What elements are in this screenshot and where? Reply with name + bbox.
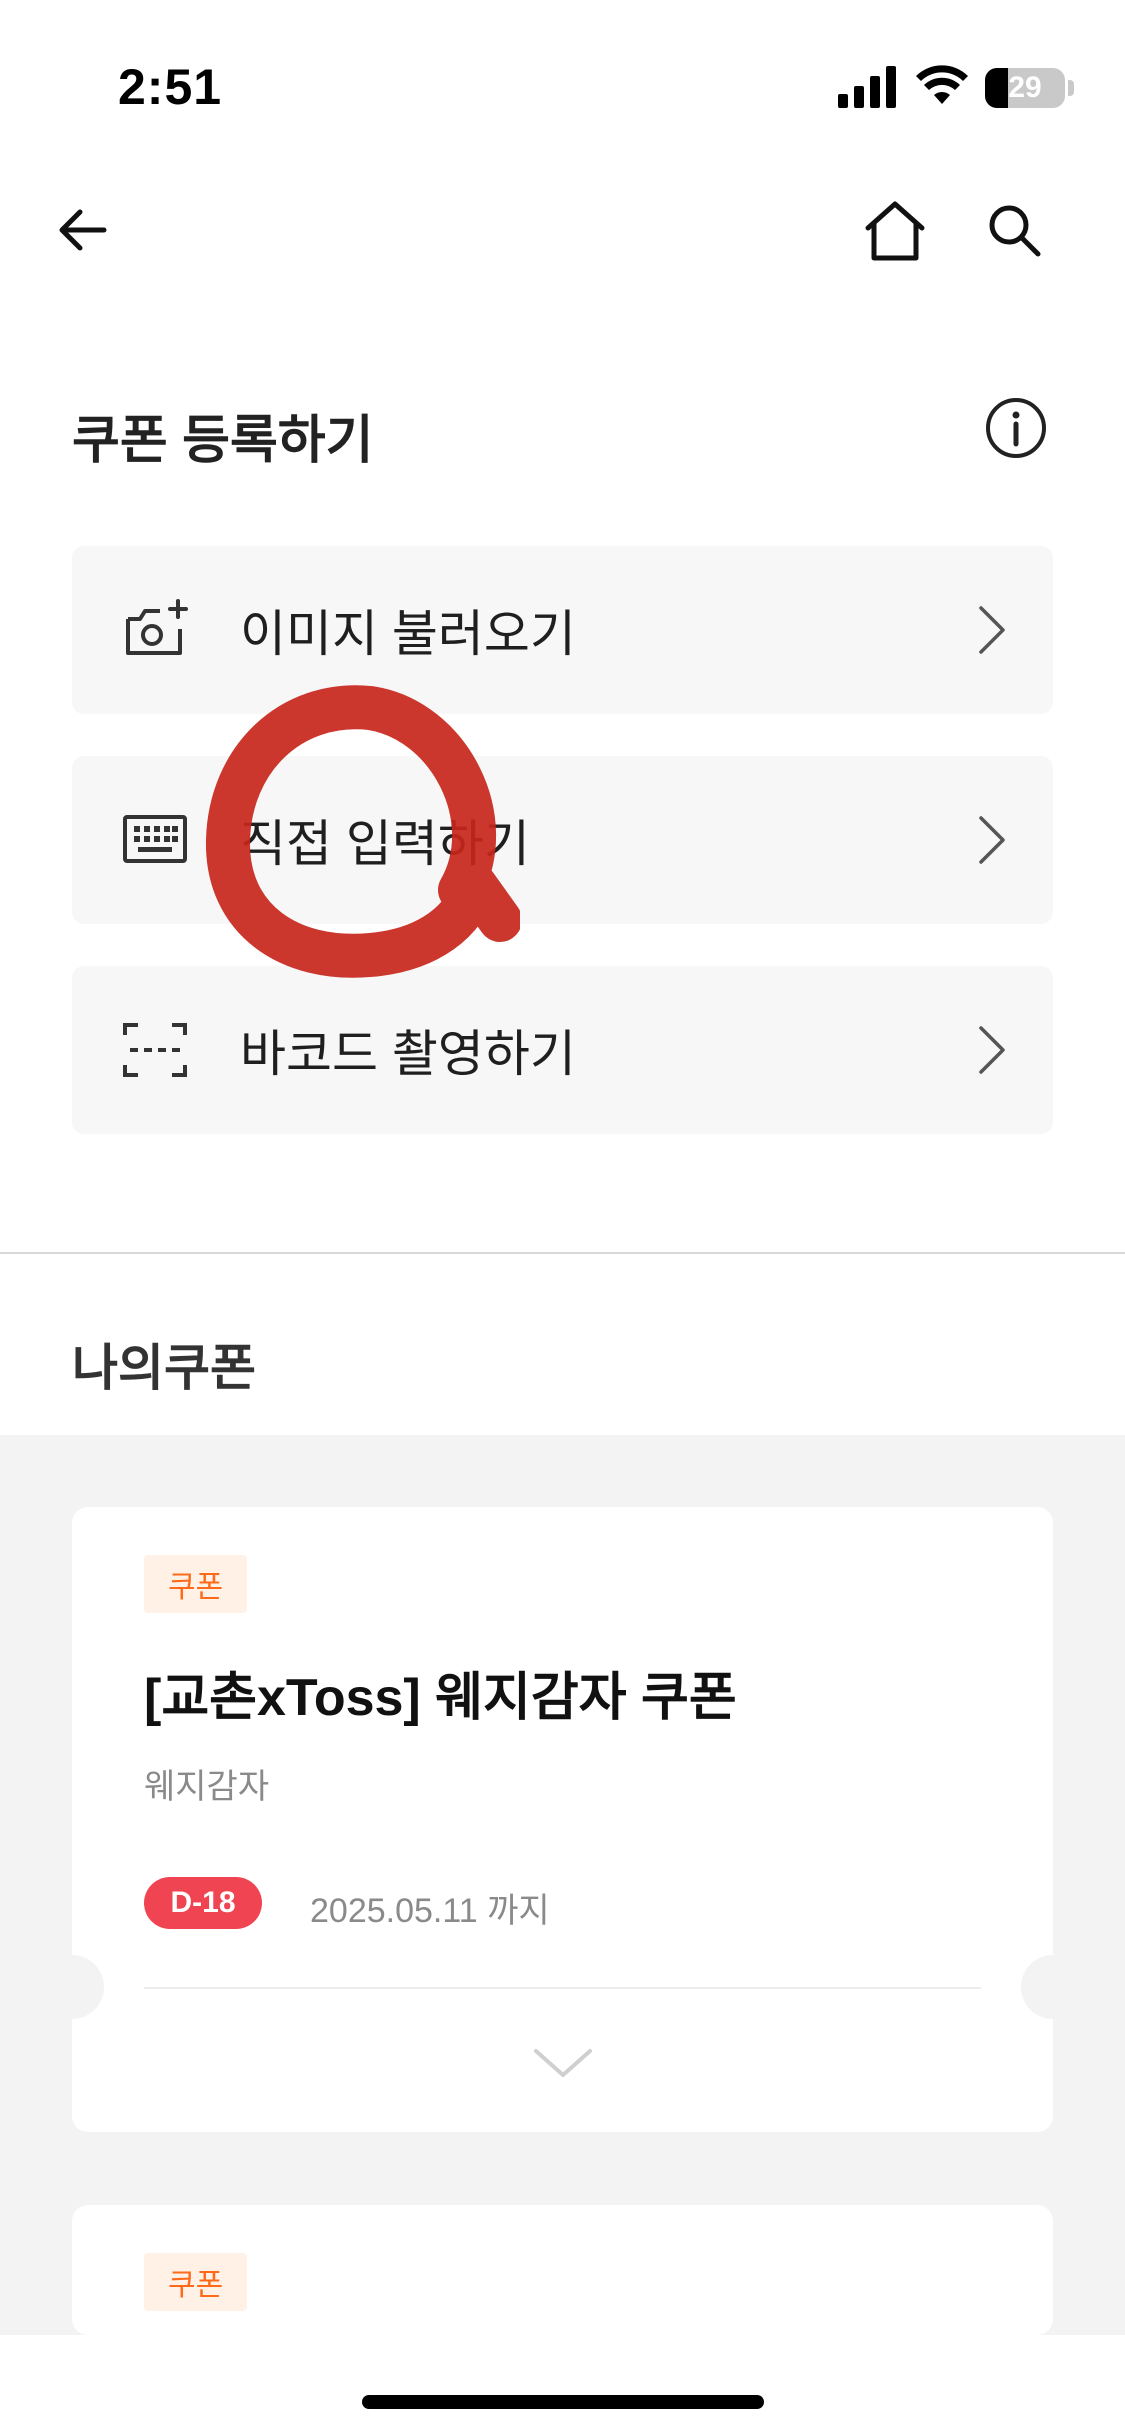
wifi-icon bbox=[916, 65, 968, 104]
barcode-scan-label: 바코드 촬영하기 bbox=[240, 1026, 576, 1082]
coupon-expiry: 2025.05.11 까지 bbox=[310, 1892, 550, 1930]
manual-input-label: 직접 입력하기 bbox=[240, 816, 530, 872]
card-notch-right bbox=[1021, 1955, 1085, 2019]
dday-badge: D-18 bbox=[144, 1877, 262, 1929]
cellular-signal-icon bbox=[838, 66, 896, 108]
chevron-down-icon[interactable] bbox=[532, 2047, 594, 2081]
camera-plus-icon bbox=[126, 599, 188, 655]
barcode-scan-button[interactable]: 바코드 촬영하기 bbox=[72, 966, 1053, 1134]
coupon-tag: 쿠폰 bbox=[144, 1555, 248, 1613]
search-icon[interactable] bbox=[984, 200, 1044, 260]
load-image-button[interactable]: 이미지 불러오기 bbox=[72, 546, 1053, 714]
coupon-card[interactable]: 쿠폰 bbox=[72, 2205, 1053, 2335]
status-bar: 2:51 29 bbox=[0, 0, 1125, 150]
card-divider bbox=[144, 1987, 981, 1989]
load-image-label: 이미지 불러오기 bbox=[240, 606, 576, 662]
coupon-card[interactable]: 쿠폰 [교촌xToss] 웨지감자 쿠폰 웨지감자 D-18 2025.05.1… bbox=[40, 1507, 1085, 2132]
chevron-right-icon bbox=[979, 606, 1005, 654]
arrow-left-icon[interactable] bbox=[54, 200, 114, 260]
bottom-safe-area bbox=[0, 2335, 1125, 2436]
section-divider bbox=[0, 1252, 1125, 1254]
chevron-right-icon bbox=[979, 1026, 1005, 1074]
chevron-right-icon bbox=[979, 816, 1005, 864]
barcode-scan-icon bbox=[123, 1023, 187, 1077]
card-notch-left bbox=[40, 1955, 104, 2019]
coupon-subtitle: 웨지감자 bbox=[144, 1768, 270, 1806]
info-icon[interactable] bbox=[984, 396, 1048, 460]
home-indicator[interactable] bbox=[362, 2395, 764, 2409]
battery-level: 29 bbox=[1008, 71, 1042, 104]
my-coupons-title: 나의쿠폰 bbox=[72, 1340, 256, 1396]
battery-cap bbox=[1068, 80, 1074, 96]
page-title: 쿠폰 등록하기 bbox=[72, 412, 374, 470]
home-icon[interactable] bbox=[862, 198, 928, 264]
battery-icon: 29 bbox=[985, 68, 1065, 108]
status-time: 2:51 bbox=[118, 59, 223, 115]
manual-input-button[interactable]: 직접 입력하기 bbox=[72, 756, 1053, 924]
keyboard-icon bbox=[123, 815, 187, 863]
coupon-name: [교촌xToss] 웨지감자 쿠폰 bbox=[144, 1669, 737, 1727]
coupon-tag: 쿠폰 bbox=[144, 2253, 248, 2311]
